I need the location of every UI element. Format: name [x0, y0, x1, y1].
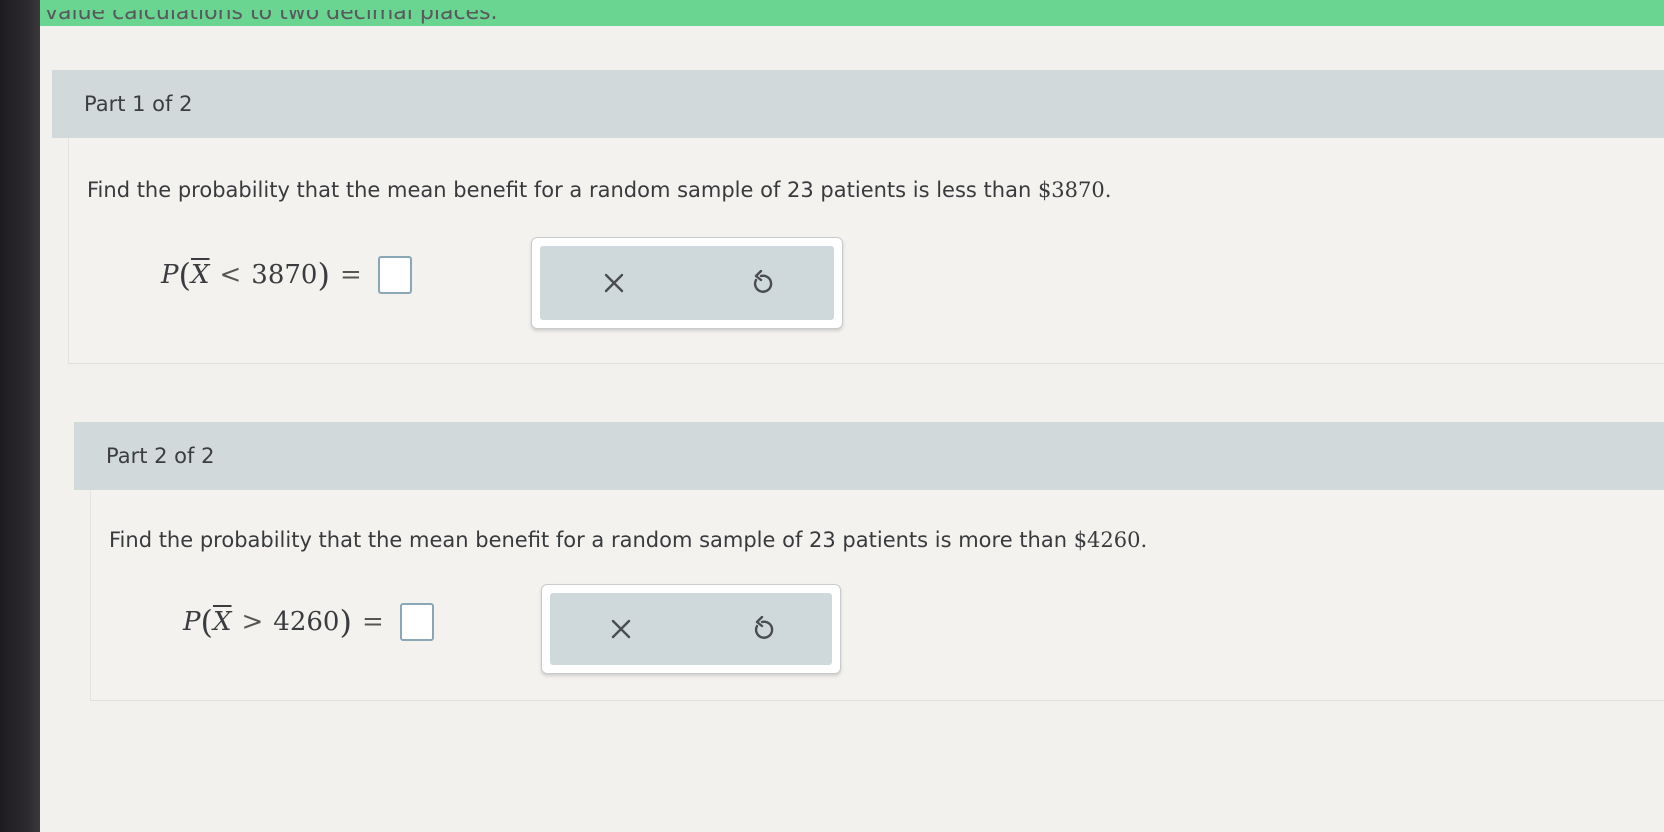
part-2-toolbar	[541, 584, 841, 674]
part-1-answer-input[interactable]	[377, 256, 412, 294]
greater-than-operator: >	[241, 607, 264, 637]
part-2-title: Part 2 of 2	[106, 444, 215, 468]
sample-mean-symbol: X	[212, 607, 232, 637]
less-than-operator: <	[219, 260, 242, 290]
open-paren: (	[178, 256, 191, 294]
undo-icon	[754, 616, 773, 639]
part-2-question-text: Find the probability that the mean benef…	[109, 528, 1074, 552]
open-paren: (	[200, 603, 213, 641]
probability-symbol: P	[161, 260, 179, 290]
part-2-clear-button[interactable]	[550, 593, 691, 665]
close-paren: )	[317, 256, 330, 294]
close-icon	[611, 619, 630, 639]
photo-frame: value calculations to two decimal places…	[0, 0, 1664, 832]
part-1-question-amount: $3870.	[1037, 178, 1112, 202]
part-2-undo-button[interactable]	[691, 593, 832, 665]
part-2-header: Part 2 of 2	[74, 422, 1664, 490]
part-1: Part 1 of 2 Find the probability that th…	[52, 70, 1664, 364]
part-1-title: Part 1 of 2	[84, 92, 193, 116]
threshold-value: 3870	[251, 260, 318, 290]
part-1-clear-button[interactable]	[540, 246, 687, 320]
close-paren: )	[339, 603, 352, 641]
equals-sign: =	[339, 260, 362, 290]
part-2-expression: P ( X > 4260 ) =	[183, 603, 434, 641]
part-1-toolbar-inner	[540, 246, 834, 320]
part-2-body: Find the probability that the mean benef…	[90, 490, 1664, 701]
part-2-question-amount: $4260.	[1073, 528, 1148, 552]
part-2: Part 2 of 2 Find the probability that th…	[74, 422, 1664, 701]
part-1-toolbar	[531, 237, 843, 329]
part-2-toolbar-inner	[550, 593, 832, 665]
close-icon	[604, 273, 623, 293]
threshold-value: 4260	[273, 607, 340, 637]
part-1-question-text: Find the probability that the mean benef…	[87, 178, 1038, 202]
part-1-expression: P ( X < 3870 ) =	[161, 256, 412, 294]
sample-mean-symbol: X	[190, 260, 210, 290]
part-1-question: Find the probability that the mean benef…	[87, 178, 1111, 202]
equals-sign: =	[361, 607, 384, 637]
part-1-undo-button[interactable]	[687, 246, 834, 320]
probability-symbol: P	[183, 607, 201, 637]
part-1-header: Part 1 of 2	[52, 70, 1664, 138]
part-1-body: Find the probability that the mean benef…	[68, 138, 1664, 364]
part-2-question: Find the probability that the mean benef…	[109, 528, 1147, 552]
screen: Part 1 of 2 Find the probability that th…	[40, 26, 1664, 832]
undo-icon	[753, 270, 772, 293]
monitor-bezel	[0, 0, 40, 832]
part-2-answer-input[interactable]	[399, 603, 434, 641]
